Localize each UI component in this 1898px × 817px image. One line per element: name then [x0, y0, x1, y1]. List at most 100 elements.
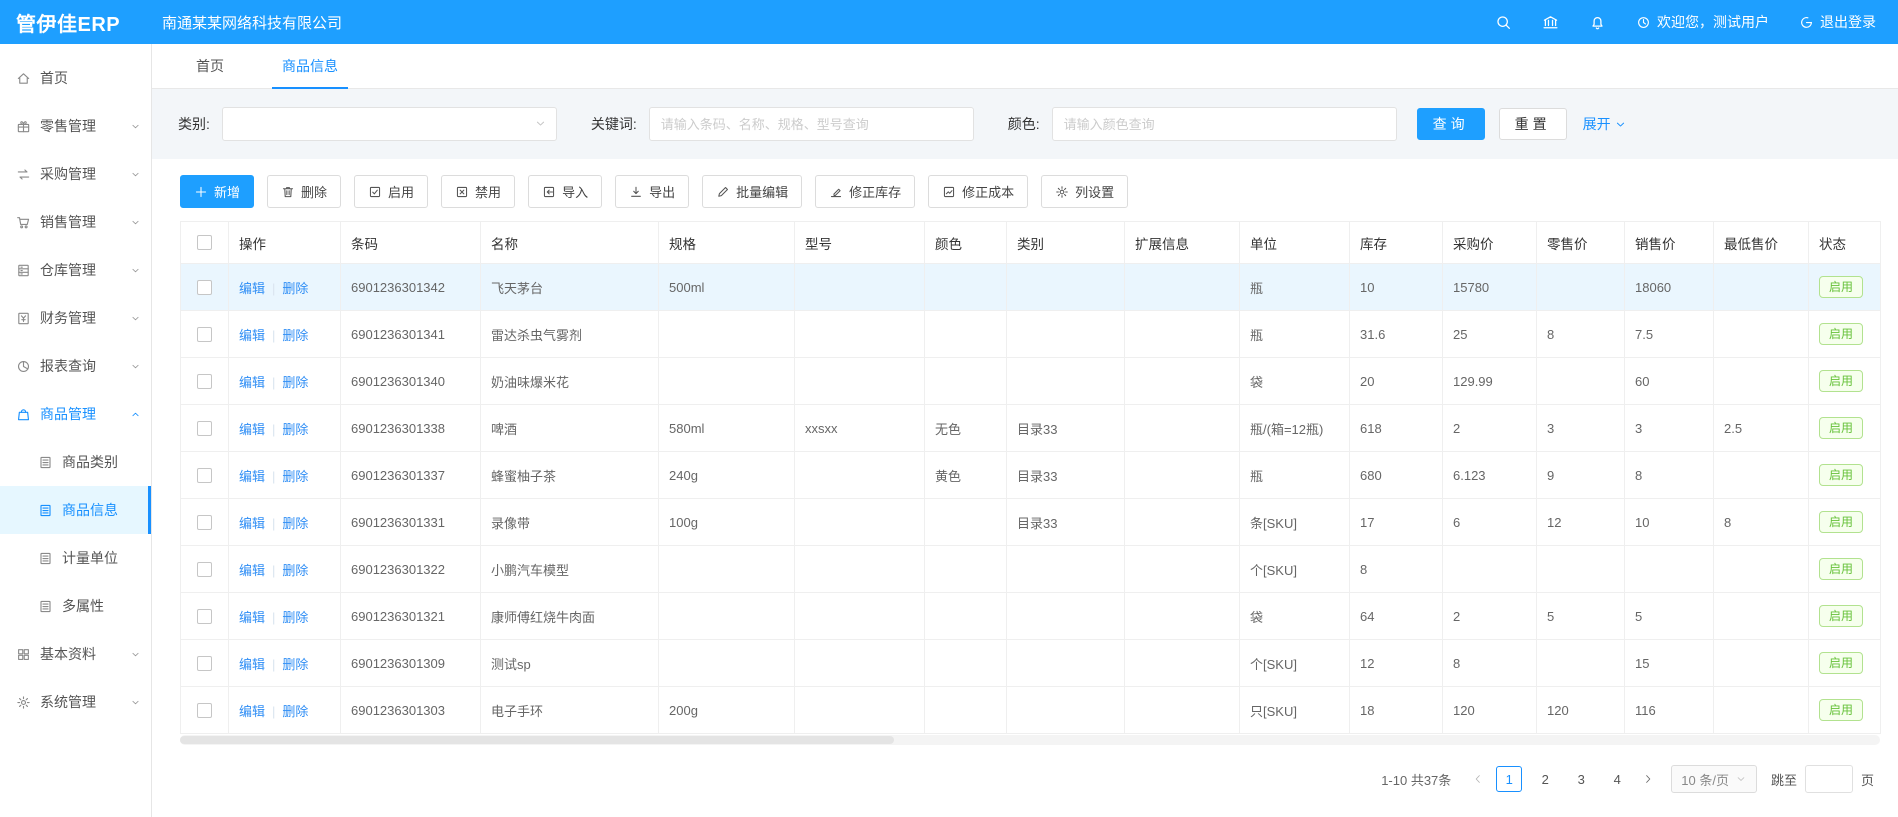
row-checkbox[interactable]	[197, 374, 212, 389]
enable-button[interactable]: 启用	[354, 175, 428, 208]
edit-link[interactable]: 编辑	[239, 469, 265, 484]
cell-barcode: 6901236301331	[341, 499, 481, 546]
sidebar-item-basic-data[interactable]: 基本资料	[0, 630, 151, 678]
tab-home[interactable]: 首页	[196, 44, 224, 88]
cell-barcode: 6901236301309	[341, 640, 481, 687]
export-icon	[629, 185, 643, 199]
welcome-user[interactable]: 欢迎您，测试用户	[1636, 12, 1769, 32]
delete-link[interactable]: 删除	[282, 375, 308, 390]
cell-name: 啤酒	[481, 405, 659, 452]
page-button-4[interactable]: 4	[1604, 766, 1630, 792]
cell-min_price: 2.5	[1714, 405, 1809, 452]
page-button-2[interactable]: 2	[1532, 766, 1558, 792]
row-checkbox[interactable]	[197, 515, 212, 530]
cell-checkbox	[181, 593, 229, 640]
edit-link[interactable]: 编辑	[239, 422, 265, 437]
tab-goods-info[interactable]: 商品信息	[282, 44, 338, 88]
sidebar-item-retail[interactable]: 零售管理	[0, 102, 151, 150]
sidebar-item-measure-unit[interactable]: 计量单位	[0, 534, 151, 582]
delete-link[interactable]: 删除	[282, 516, 308, 531]
sidebar-item-system[interactable]: 系统管理	[0, 678, 151, 726]
horizontal-scrollbar[interactable]	[180, 735, 1880, 745]
reset-button[interactable]: 重置	[1499, 108, 1567, 140]
delete-link[interactable]: 删除	[282, 704, 308, 719]
delete-link[interactable]: 删除	[282, 563, 308, 578]
delete-link[interactable]: 删除	[282, 469, 308, 484]
bank-icon[interactable]	[1542, 14, 1559, 31]
edit-link[interactable]: 编辑	[239, 563, 265, 578]
sidebar-item-finance[interactable]: 财务管理	[0, 294, 151, 342]
row-checkbox[interactable]	[197, 703, 212, 718]
sidebar-item-multi-attribute[interactable]: 多属性	[0, 582, 151, 630]
page-button-3[interactable]: 3	[1568, 766, 1594, 792]
cell-checkbox	[181, 640, 229, 687]
disable-button[interactable]: 禁用	[441, 175, 515, 208]
import-button[interactable]: 导入	[528, 175, 602, 208]
row-checkbox[interactable]	[197, 656, 212, 671]
row-checkbox[interactable]	[197, 421, 212, 436]
cell-ops: 编辑|删除	[229, 311, 341, 358]
chevron-down-icon	[130, 697, 141, 708]
edit-link[interactable]: 编辑	[239, 704, 265, 719]
fix-stock-button[interactable]: 修正库存	[815, 175, 915, 208]
cell-sale_price	[1625, 546, 1714, 593]
sidebar-item-goods-category[interactable]: 商品类别	[0, 438, 151, 486]
export-button[interactable]: 导出	[615, 175, 689, 208]
cell-stock: 20	[1350, 358, 1443, 405]
row-checkbox[interactable]	[197, 327, 212, 342]
prev-page-button[interactable]	[1465, 773, 1491, 785]
scrollbar-thumb[interactable]	[180, 736, 894, 744]
table-row: 编辑|删除6901236301338啤酒580mlxxsxx无色目录33瓶/(箱…	[181, 405, 1881, 452]
table-row: 编辑|删除6901236301342飞天茅台500ml瓶101578018060…	[181, 264, 1881, 311]
page-size-select[interactable]: 10 条/页	[1671, 765, 1757, 793]
jump-page-input[interactable]	[1805, 765, 1853, 793]
status-badge: 启用	[1819, 323, 1863, 345]
row-checkbox[interactable]	[197, 609, 212, 624]
table-row: 编辑|删除6901236301303电子手环200g只[SKU]18120120…	[181, 687, 1881, 734]
edit-link[interactable]: 编辑	[239, 516, 265, 531]
edit-link[interactable]: 编辑	[239, 657, 265, 672]
delete-link[interactable]: 删除	[282, 422, 308, 437]
keyword-input[interactable]	[649, 107, 974, 141]
page-unit-label: 页	[1861, 770, 1874, 789]
column-settings-button[interactable]: 列设置	[1041, 175, 1128, 208]
sidebar-item-warehouse[interactable]: 仓库管理	[0, 246, 151, 294]
search-icon[interactable]	[1495, 14, 1512, 31]
sidebar-item-goods[interactable]: 商品管理	[0, 390, 151, 438]
delete-link[interactable]: 删除	[282, 328, 308, 343]
delete-link[interactable]: 删除	[282, 610, 308, 625]
color-input[interactable]	[1052, 107, 1397, 141]
row-checkbox[interactable]	[197, 562, 212, 577]
sidebar-item-home[interactable]: 首页	[0, 54, 151, 102]
trash-icon	[281, 185, 295, 199]
edit-link[interactable]: 编辑	[239, 281, 265, 296]
category-select[interactable]	[222, 107, 557, 141]
fix-cost-button[interactable]: 修正成本	[928, 175, 1028, 208]
col-header-barcode: 条码	[341, 222, 481, 264]
row-checkbox[interactable]	[197, 468, 212, 483]
sidebar-item-goods-info[interactable]: 商品信息	[0, 486, 151, 534]
row-checkbox[interactable]	[197, 280, 212, 295]
sidebar-item-reports[interactable]: 报表查询	[0, 342, 151, 390]
next-page-button[interactable]	[1635, 773, 1661, 785]
select-all-checkbox[interactable]	[197, 235, 212, 250]
table-row: 编辑|删除6901236301341雷达杀虫气雾剂瓶31.62587.5启用	[181, 311, 1881, 358]
edit-link[interactable]: 编辑	[239, 328, 265, 343]
delete-button[interactable]: 删除	[267, 175, 341, 208]
delete-link[interactable]: 删除	[282, 657, 308, 672]
sidebar-item-purchase[interactable]: 采购管理	[0, 150, 151, 198]
add-button[interactable]: 新增	[180, 175, 254, 208]
tab-bar: 首页 商品信息	[152, 44, 1898, 89]
expand-link[interactable]: 展开	[1583, 114, 1627, 134]
page-button-1[interactable]: 1	[1496, 766, 1522, 792]
edit-link[interactable]: 编辑	[239, 610, 265, 625]
sidebar-item-label: 计量单位	[62, 548, 118, 568]
batch-edit-button[interactable]: 批量编辑	[702, 175, 802, 208]
logout-button[interactable]: 退出登录	[1799, 12, 1876, 32]
sidebar-item-sales[interactable]: 销售管理	[0, 198, 151, 246]
edit-link[interactable]: 编辑	[239, 375, 265, 390]
bell-icon[interactable]	[1589, 14, 1606, 31]
cell-spec	[659, 358, 795, 405]
delete-link[interactable]: 删除	[282, 281, 308, 296]
search-button[interactable]: 查询	[1417, 108, 1485, 140]
